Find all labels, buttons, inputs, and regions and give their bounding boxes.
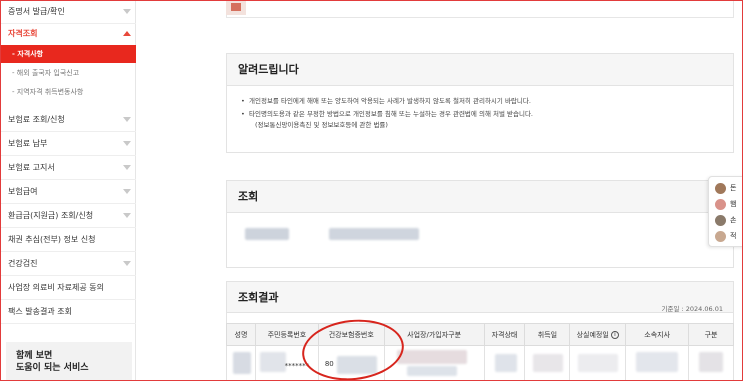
notice-line-2: 타인명의도용과 같은 부정한 방법으로 개인정보를 침해 또는 누설하는 경우 … <box>241 109 719 120</box>
cell-type <box>688 345 734 381</box>
float-item-label: 손 <box>730 216 737 224</box>
sidebar-subitem-label: - 지역자격 취득변동사항 <box>12 88 84 96</box>
col-status: 자격상태 <box>483 323 526 346</box>
sidebar-item-premium-inquiry[interactable]: 보험료 조회/신청 <box>0 108 136 132</box>
cell-branch <box>625 345 690 381</box>
sidebar-item-refund[interactable]: 환급금(지원금) 조회/신청 <box>0 204 136 228</box>
document-icon <box>226 0 246 15</box>
col-name: 성명 <box>226 323 256 346</box>
sidebar-item-qualification[interactable]: 자격조회 <box>0 22 136 46</box>
col-card-number: 건강보험증번호 <box>317 323 385 346</box>
sidebar-item-label: 자격조회 <box>8 29 38 38</box>
notice-section: 알려드립니다 개인정보를 타인에게 해애 또는 양도하여 악용되는 사례가 발생… <box>226 53 734 153</box>
promo-line-1: 함께 보면 <box>16 351 53 361</box>
sidebar-item-premium-payment[interactable]: 보험료 납부 <box>0 132 136 156</box>
notice-line-1: 개인정보를 타인에게 해애 또는 양도하여 악용되는 사례가 발생하지 않도록 … <box>241 96 719 107</box>
sidebar-item-label: 환급금(지원금) 조회/신청 <box>8 211 94 220</box>
float-item-3[interactable]: 손 <box>715 214 743 228</box>
notice-body: 개인정보를 타인에게 해애 또는 양도하여 악용되는 사례가 발생하지 않도록 … <box>227 86 733 141</box>
float-item-label: 적 <box>730 232 737 240</box>
redacted-name <box>245 228 289 240</box>
cell-workplace-type <box>383 345 485 381</box>
avatar <box>715 231 726 242</box>
chevron-up-icon <box>123 31 131 36</box>
table-row: ******* 80 <box>226 345 734 381</box>
sidebar-item-certificates[interactable]: 증명서 발급/확인 <box>0 0 136 24</box>
sidebar-item-premium-bill[interactable]: 보험료 고지서 <box>0 156 136 180</box>
col-acquired-date: 취득일 <box>524 323 571 346</box>
info-circle-icon[interactable]: i <box>611 330 619 339</box>
loss-date-label: 상실예정일 <box>576 330 609 339</box>
avatar <box>715 199 726 210</box>
cell-card-number: 80 <box>317 345 385 381</box>
sidebar-item-label: 증명서 발급/확인 <box>8 7 65 16</box>
results-header: 조회결과 기준일 : 2024.06.01 <box>227 282 733 313</box>
lookup-section: 조회 <box>226 180 734 268</box>
sidebar-subitem-regional-changes[interactable]: - 지역자격 취득변동사항 <box>0 83 136 101</box>
cell-rrn: ******* <box>254 345 319 381</box>
redacted-id <box>329 228 419 240</box>
sidebar-item-debt-collection[interactable]: 채권 추심(전부) 정보 신청 <box>0 228 136 252</box>
sidebar-subitem-label: - 자격사항 <box>12 50 44 58</box>
sidebar-subitem-overseas-entry[interactable]: - 해외 출국자 입국신고 <box>0 64 136 82</box>
chevron-down-icon <box>123 261 131 266</box>
cell-status <box>483 345 526 381</box>
col-rrn: 주민등록번호 <box>254 323 319 346</box>
col-type: 구분 <box>688 323 734 346</box>
sidebar-subitem-label: - 해외 출국자 입국신고 <box>12 69 80 77</box>
float-item-2[interactable]: 햄 <box>715 198 743 212</box>
float-item-label: 돈 <box>730 184 737 192</box>
sidebar-item-label: 건강검진 <box>8 259 38 268</box>
results-title: 조회결과 <box>238 291 279 304</box>
sidebar-item-label: 팩스 발송결과 조회 <box>8 307 72 316</box>
col-branch: 소속지사 <box>625 323 690 346</box>
floating-recent-panel: 돈 햄 손 적 <box>708 176 743 247</box>
sidebar-item-medical-consent[interactable]: 사업장 의료비 자료제공 동의 <box>0 276 136 300</box>
col-workplace-type: 사업장/가입자구분 <box>383 323 485 346</box>
float-item-1[interactable]: 돈 <box>715 182 743 196</box>
cell-name <box>226 345 256 381</box>
chevron-down-icon <box>123 9 131 14</box>
cell-acquired-date <box>524 345 571 381</box>
sidebar-subitem-qualification-details[interactable]: - 자격사항 <box>0 45 136 63</box>
notice-title: 알려드립니다 <box>227 54 733 86</box>
chevron-down-icon <box>123 141 131 146</box>
rrn-masked: ******* <box>284 361 310 370</box>
avatar <box>715 215 726 226</box>
table-header-row: 성명 주민등록번호 건강보험증번호 사업장/가입자구분 자격상태 취득일 상실예… <box>226 323 734 346</box>
float-item-4[interactable]: 적 <box>715 230 743 244</box>
avatar <box>715 183 726 194</box>
reference-date: 기준일 : 2024.06.01 <box>661 305 723 313</box>
cell-loss-date <box>569 345 627 381</box>
related-services-box: 함께 보면 도움이 되는 서비스 <box>6 342 132 381</box>
top-card <box>226 0 734 18</box>
notice-line-3: (정보통신망이용촉진 및 정보보호등에 관한 법률) <box>255 121 388 129</box>
col-loss-date: 상실예정일 i <box>569 323 627 346</box>
sidebar-item-label: 보험료 납부 <box>8 139 48 148</box>
card-no-prefix: 80 <box>324 360 334 368</box>
chevron-down-icon <box>123 213 131 218</box>
lookup-title: 조회 <box>227 181 733 213</box>
results-table: 성명 주민등록번호 건강보험증번호 사업장/가입자구분 자격상태 취득일 상실예… <box>226 323 734 381</box>
sidebar-item-fax-results[interactable]: 팩스 발송결과 조회 <box>0 300 136 324</box>
sidebar: 증명서 발급/확인 자격조회 - 자격사항 - 해외 출국자 입국신고 - 지역… <box>0 0 136 381</box>
sidebar-item-label: 보험료 고지서 <box>8 163 55 172</box>
sidebar-item-label: 사업장 의료비 자료제공 동의 <box>8 283 104 292</box>
sidebar-item-insurance-benefits[interactable]: 보험급여 <box>0 180 136 204</box>
chevron-down-icon <box>123 117 131 122</box>
sidebar-item-label: 보험료 조회/신청 <box>8 115 65 124</box>
sidebar-item-label: 보험급여 <box>8 187 38 196</box>
chevron-down-icon <box>123 165 131 170</box>
sidebar-item-label: 채권 추심(전부) 정보 신청 <box>8 235 96 244</box>
float-item-label: 햄 <box>730 200 737 208</box>
promo-line-2: 도움이 되는 서비스 <box>16 363 89 373</box>
sidebar-item-health-checkup[interactable]: 건강검진 <box>0 252 136 276</box>
chevron-down-icon <box>123 189 131 194</box>
